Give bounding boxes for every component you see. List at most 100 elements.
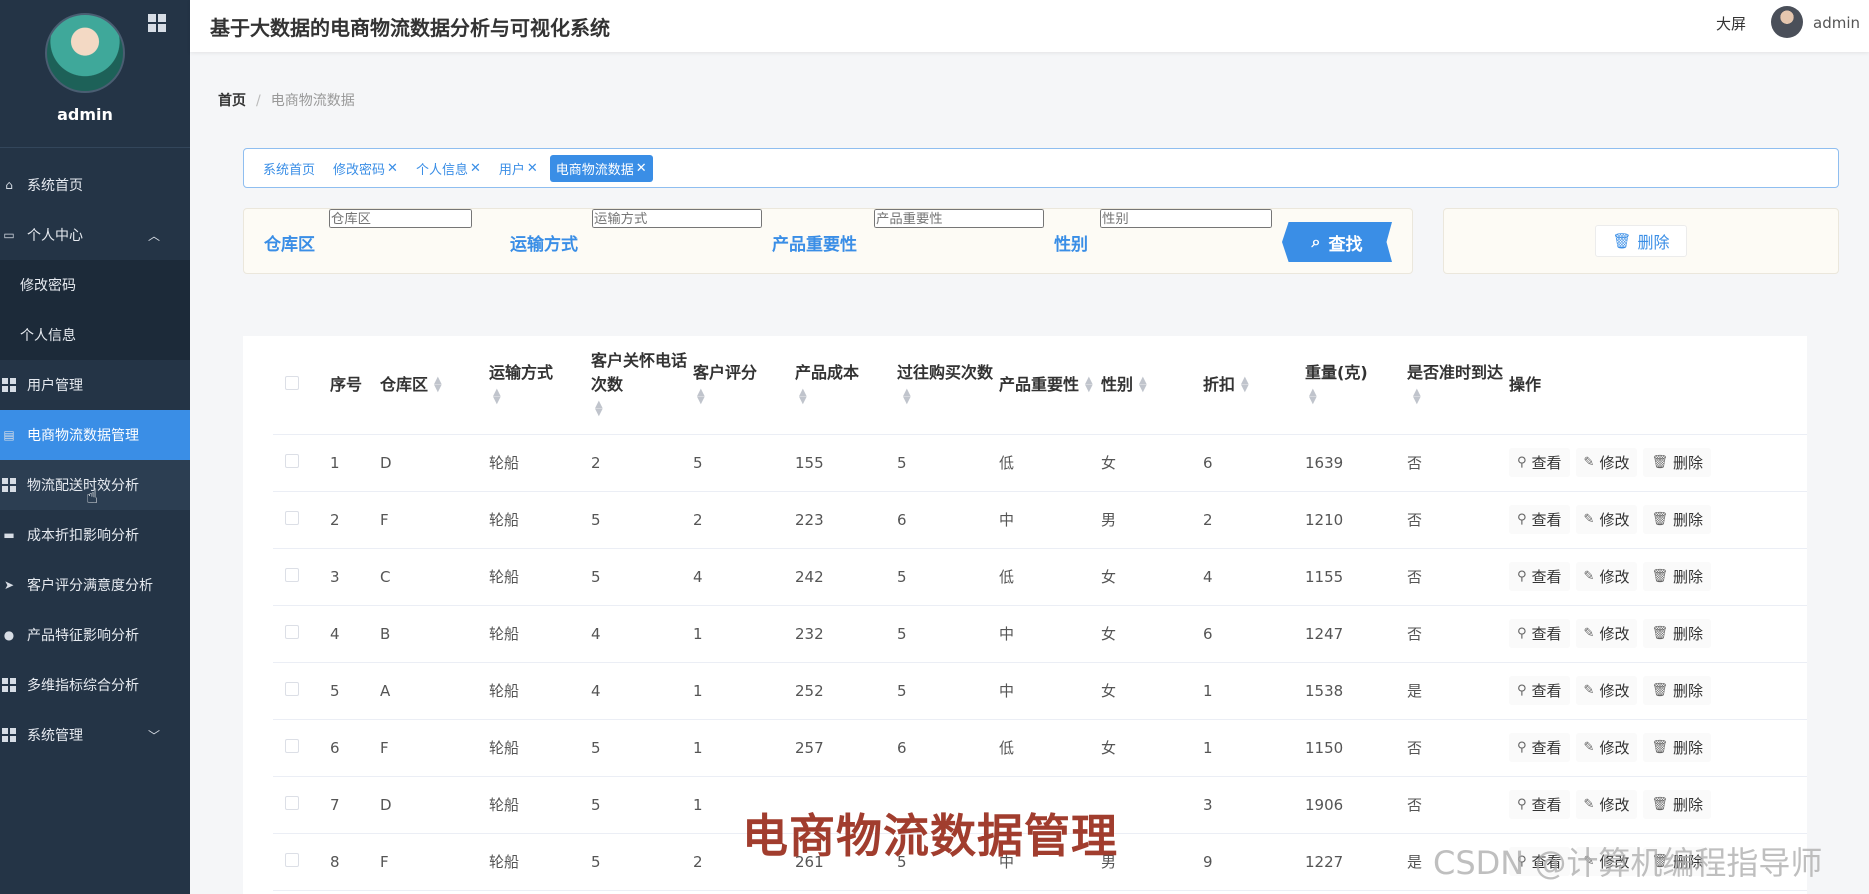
sort-icon[interactable]: ▲ ▼ — [903, 388, 911, 406]
row-checkbox[interactable] — [285, 567, 299, 582]
view-icon: ⚲ — [1517, 740, 1527, 755]
tab-users[interactable]: 用户 ✕ — [493, 155, 544, 182]
delete-icon: 🗑 — [1651, 740, 1668, 755]
close-icon[interactable]: ✕ — [470, 161, 481, 176]
sort-icon[interactable]: ▲ ▼ — [799, 388, 807, 406]
sort-icon[interactable]: ▲ ▼ — [1139, 376, 1147, 394]
tab-home[interactable]: 系统首页 — [257, 155, 321, 182]
view-label: 查看 — [1531, 739, 1562, 757]
table-cell: 1150 — [1305, 719, 1407, 777]
table-cell: 轮船 — [489, 833, 591, 891]
col-discount[interactable]: 折扣 ▲ ▼ — [1203, 336, 1305, 435]
sidebar-item-multi-metric[interactable]: 多维指标综合分析 — [0, 660, 190, 710]
sort-icon[interactable]: ▲ ▼ — [1413, 388, 1421, 406]
table-cell: 轮船 — [489, 662, 591, 720]
edit-button[interactable]: ✎ 修改 — [1575, 448, 1638, 477]
row-checkbox[interactable] — [285, 453, 299, 468]
sort-icon[interactable]: ▲ ▼ — [1309, 388, 1317, 406]
col-shipping[interactable]: 运输方式 ▲ ▼ — [489, 336, 591, 435]
sidebar-item-users[interactable]: 用户管理 — [0, 360, 190, 410]
view-button[interactable]: ⚲ 查看 — [1509, 448, 1570, 477]
sidebar-item-personal-info[interactable]: 个人信息 — [0, 310, 190, 360]
bigscreen-link[interactable]: 大屏 — [1716, 13, 1746, 34]
view-button[interactable]: ⚲ 查看 — [1509, 733, 1570, 762]
close-icon[interactable]: ✕ — [636, 161, 647, 176]
view-button[interactable]: ⚲ 查看 — [1509, 619, 1570, 648]
row-select-cell — [273, 833, 330, 891]
edit-button[interactable]: ✎ 修改 — [1575, 676, 1638, 705]
menu-toggle-icon[interactable] — [148, 14, 166, 32]
delete-button[interactable]: 🗑 删除 — [1643, 619, 1711, 648]
col-prior-purchases[interactable]: 过往购买次数 ▲ ▼ — [897, 336, 999, 435]
sort-icon[interactable]: ▲ ▼ — [434, 376, 442, 394]
sidebar-item-personal-center[interactable]: ▭ 个人中心 ︿ — [0, 210, 190, 260]
hand-cursor-icon: ☝ — [86, 484, 99, 508]
view-label: 查看 — [1531, 454, 1562, 472]
avatar[interactable] — [45, 13, 125, 93]
warehouse-label: 仓库区 — [264, 234, 315, 255]
row-checkbox[interactable] — [285, 852, 299, 867]
row-checkbox[interactable] — [285, 624, 299, 639]
col-on-time[interactable]: 是否准时到达 ▲ ▼ — [1407, 336, 1509, 435]
edit-icon: ✎ — [1583, 455, 1595, 470]
delete-button[interactable]: 🗑 删除 — [1643, 562, 1711, 591]
sidebar-item-logistics-data[interactable]: ▤ 电商物流数据管理 — [0, 410, 190, 460]
delete-button[interactable]: 🗑 删除 — [1643, 505, 1711, 534]
edit-button[interactable]: ✎ 修改 — [1575, 505, 1638, 534]
edit-button[interactable]: ✎ 修改 — [1575, 562, 1638, 591]
col-cost[interactable]: 产品成本 ▲ ▼ — [795, 336, 897, 435]
row-checkbox[interactable] — [285, 510, 299, 525]
sort-icon[interactable]: ▲ ▼ — [493, 388, 501, 406]
importance-input[interactable] — [874, 209, 1044, 228]
table-row: 6 F 轮船 5 1 257 6 低女 1 1150 否 ⚲ 查看 ✎ 修改 🗑 删除 — [273, 719, 1807, 777]
action-panel: 🗑 删除 — [1443, 208, 1839, 274]
view-button[interactable]: ⚲ 查看 — [1509, 562, 1570, 591]
sidebar-item-change-password[interactable]: 修改密码 — [0, 260, 190, 310]
row-select-cell — [273, 776, 330, 834]
warehouse-input[interactable] — [329, 209, 472, 228]
row-checkbox[interactable] — [285, 681, 299, 696]
header-avatar[interactable] — [1771, 6, 1803, 38]
col-warehouse[interactable]: 仓库区 ▲ ▼ — [380, 336, 489, 435]
sort-icon[interactable]: ▲ ▼ — [1085, 376, 1093, 394]
delete-button[interactable]: 🗑 删除 — [1643, 733, 1711, 762]
edit-button[interactable]: ✎ 修改 — [1575, 790, 1638, 819]
view-button[interactable]: ⚲ 查看 — [1509, 676, 1570, 705]
sort-icon[interactable]: ▲ ▼ — [697, 388, 705, 406]
header-username[interactable]: admin — [1813, 14, 1860, 32]
breadcrumb-home[interactable]: 首页 — [218, 93, 246, 109]
sidebar-item-product-feature[interactable]: ● 产品特征影响分析 — [0, 610, 190, 660]
sidebar-item-system[interactable]: 系统管理 ﹀ — [0, 710, 190, 760]
row-checkbox[interactable] — [285, 738, 299, 753]
delete-button[interactable]: 🗑 删除 — [1643, 790, 1711, 819]
edit-button[interactable]: ✎ 修改 — [1575, 619, 1638, 648]
table-cell: 6 — [330, 719, 380, 777]
tab-change-password[interactable]: 修改密码 ✕ — [327, 155, 404, 182]
tab-personal-info[interactable]: 个人信息 ✕ — [410, 155, 487, 182]
sidebar-item-home[interactable]: ⌂ 系统首页 — [0, 160, 190, 210]
sidebar-item-cost-discount[interactable]: ▬ 成本折扣影响分析 — [0, 510, 190, 560]
tab-logistics-data[interactable]: 电商物流数据 ✕ — [549, 154, 653, 182]
col-importance[interactable]: 产品重要性 ▲ ▼ — [999, 336, 1101, 435]
col-gender[interactable]: 性别 ▲ ▼ — [1101, 336, 1203, 435]
col-care-calls[interactable]: 客户关怀电话次数 ▲ ▼ — [591, 336, 693, 435]
view-button[interactable]: ⚲ 查看 — [1509, 790, 1570, 819]
sidebar-item-customer-rating[interactable]: ➤ 客户评分满意度分析 — [0, 560, 190, 610]
search-button[interactable]: ⌕ 查找 — [1282, 222, 1392, 262]
shipping-input[interactable] — [592, 209, 762, 228]
select-all-checkbox[interactable] — [285, 375, 299, 390]
gender-input[interactable] — [1100, 209, 1272, 228]
edit-button[interactable]: ✎ 修改 — [1575, 733, 1638, 762]
row-checkbox[interactable] — [285, 795, 299, 810]
col-weight[interactable]: 重量(克) ▲ ▼ — [1305, 336, 1407, 435]
col-rating[interactable]: 客户评分 ▲ ▼ — [693, 336, 795, 435]
view-button[interactable]: ⚲ 查看 — [1509, 505, 1570, 534]
close-icon[interactable]: ✕ — [527, 161, 538, 176]
sort-icon[interactable]: ▲ ▼ — [595, 400, 603, 418]
delete-button[interactable]: 🗑 删除 — [1643, 448, 1711, 477]
close-icon[interactable]: ✕ — [387, 161, 398, 176]
bulk-delete-button[interactable]: 🗑 删除 — [1595, 225, 1687, 257]
view-label: 查看 — [1531, 568, 1562, 586]
delete-button[interactable]: 🗑 删除 — [1643, 676, 1711, 705]
sort-icon[interactable]: ▲ ▼ — [1241, 376, 1249, 394]
